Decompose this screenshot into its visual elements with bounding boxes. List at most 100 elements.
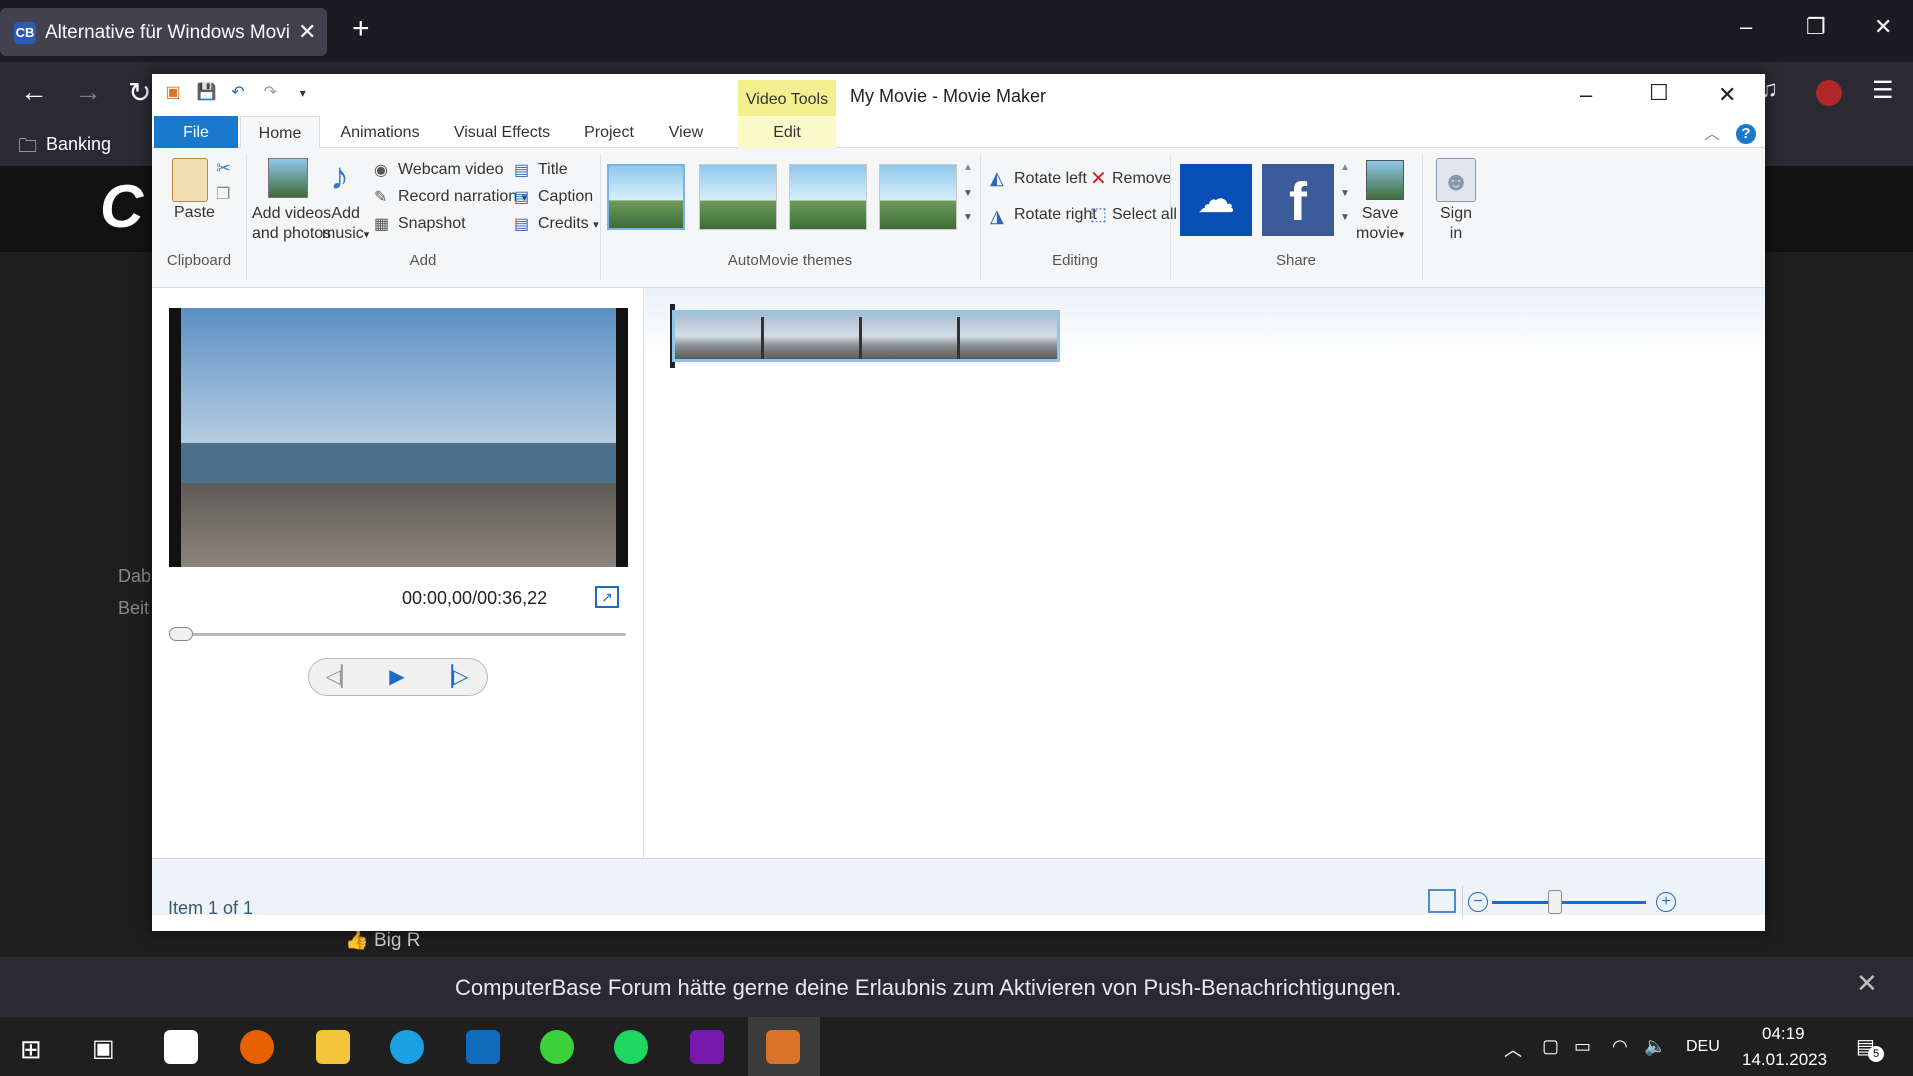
firefox-icon[interactable] — [240, 1030, 274, 1064]
copy-icon[interactable]: ❐ — [216, 184, 230, 204]
edge-icon[interactable] — [390, 1030, 424, 1064]
add-videos-icon[interactable] — [268, 158, 308, 198]
start-icon[interactable]: ⊞ — [20, 1034, 42, 1065]
onedrive-icon[interactable]: ☁ — [1180, 164, 1252, 236]
select-all-button[interactable]: Select all — [1112, 206, 1177, 224]
share-scroll-down-icon[interactable]: ▼ — [1340, 188, 1350, 199]
share-scroll-up-icon[interactable]: ▲ — [1340, 162, 1350, 173]
tab-file[interactable]: File — [154, 116, 238, 148]
next-frame-icon[interactable]: ▕▷ — [425, 663, 481, 691]
tab-edit[interactable]: Edit — [738, 116, 836, 148]
seek-bar[interactable] — [169, 633, 626, 636]
tab-home[interactable]: Home — [240, 116, 320, 149]
movie-maker-icon[interactable] — [766, 1030, 800, 1064]
scroll-up-icon[interactable]: ▲ — [963, 162, 973, 173]
language-indicator[interactable]: DEU — [1686, 1038, 1720, 1056]
video-preview[interactable] — [169, 308, 628, 567]
save-icon[interactable]: 💾 — [196, 84, 216, 102]
menu-icon[interactable]: ☰ — [1872, 76, 1894, 105]
tray-chevron-icon[interactable]: ︿ — [1504, 1036, 1522, 1062]
rotate-left-button[interactable]: Rotate left — [1014, 170, 1087, 188]
tab-animations[interactable]: Animations — [330, 116, 430, 148]
tab-view[interactable]: View — [656, 116, 716, 148]
caption-button[interactable]: Caption — [538, 188, 593, 206]
snapshot-button[interactable]: Snapshot — [398, 215, 466, 233]
group-label-add: Add — [409, 252, 437, 269]
help-icon[interactable]: ? — [1736, 124, 1756, 144]
rotate-right-button[interactable]: Rotate right — [1014, 206, 1097, 224]
bookmark-banking[interactable]: Banking — [46, 134, 111, 155]
clock-time[interactable]: 04:19 — [1762, 1024, 1805, 1044]
scroll-down-icon[interactable]: ▼ — [963, 188, 973, 199]
credits-button[interactable]: Credits ▾ — [538, 215, 599, 233]
theme-thumbnail[interactable] — [879, 164, 957, 230]
sign-in-icon[interactable]: ☻ — [1436, 158, 1476, 202]
explorer-icon[interactable] — [316, 1030, 350, 1064]
back-icon[interactable]: ← — [20, 76, 48, 108]
undo-icon[interactable]: ↶ — [229, 84, 247, 102]
wifi-icon[interactable]: ◠ — [1612, 1036, 1628, 1057]
browser-restore-icon[interactable]: ❐ — [1806, 14, 1826, 40]
zoom-slider[interactable] — [1492, 901, 1646, 904]
title-button[interactable]: Title — [538, 161, 568, 179]
webcam-video-button[interactable]: Webcam video — [398, 161, 504, 179]
push-close-icon[interactable]: ✕ — [1856, 968, 1878, 999]
save-movie-button[interactable]: Save movie▾ — [1356, 204, 1404, 245]
theme-thumbnail[interactable] — [607, 164, 685, 230]
forward-icon[interactable]: → — [74, 76, 102, 108]
seek-thumb[interactable] — [169, 627, 193, 641]
onenote-icon[interactable] — [690, 1030, 724, 1064]
forum-post-author[interactable]: 👍 Big R — [345, 928, 420, 952]
fullscreen-icon[interactable]: ↗ — [595, 586, 619, 608]
gallery-expand-icon[interactable]: ▼ — [963, 212, 973, 223]
add-music-dropdown-icon: ▾ — [363, 229, 370, 241]
sign-in-button[interactable]: Sign in — [1440, 204, 1472, 244]
zoom-in-icon[interactable]: + — [1656, 892, 1676, 912]
qat-dropdown-icon[interactable]: ▾ — [294, 84, 312, 102]
store-icon[interactable] — [164, 1030, 198, 1064]
paste-button[interactable]: Paste — [174, 204, 215, 222]
battery-icon[interactable]: ▭ — [1574, 1036, 1591, 1057]
maximize-icon[interactable]: ☐ — [1649, 80, 1669, 106]
volume-icon[interactable]: 🔈 — [1644, 1036, 1666, 1057]
add-videos-button[interactable]: Add videos and photos — [252, 204, 331, 244]
previous-frame-icon[interactable]: ◁▏ — [313, 663, 369, 691]
browser-minimize-icon[interactable]: – — [1740, 14, 1752, 40]
zoom-out-icon[interactable]: − — [1468, 892, 1488, 912]
browser-tab[interactable]: CB Alternative für Windows Movie Maker ✕ — [0, 8, 327, 56]
thumbnail-size-icon[interactable] — [1428, 889, 1456, 913]
record-narration-button[interactable]: Record narration ▾ — [398, 188, 527, 206]
outlook-icon[interactable] — [466, 1030, 500, 1064]
facebook-icon[interactable]: f — [1262, 164, 1334, 236]
collapse-ribbon-icon[interactable]: ︿ — [1704, 120, 1720, 144]
close-icon[interactable]: ✕ — [1718, 82, 1736, 108]
ublock-icon[interactable] — [1816, 80, 1842, 106]
save-movie-icon[interactable] — [1366, 160, 1404, 200]
meet-icon[interactable]: ▢ — [1542, 1036, 1559, 1057]
storyboard[interactable] — [645, 288, 1765, 858]
zoom-thumb[interactable] — [1548, 890, 1562, 914]
app-icon[interactable]: ▣ — [164, 84, 182, 102]
reload-icon[interactable]: ↻ — [128, 76, 151, 109]
add-music-button[interactable]: Add music▾ — [322, 204, 369, 245]
tab-close-icon[interactable]: ✕ — [298, 19, 316, 45]
new-tab-button[interactable]: + — [352, 12, 370, 46]
paste-icon[interactable] — [172, 158, 208, 202]
tab-visual-effects[interactable]: Visual Effects — [442, 116, 562, 148]
browser-close-icon[interactable]: ✕ — [1874, 14, 1892, 40]
video-clip[interactable] — [672, 310, 1060, 362]
app-green-icon[interactable] — [540, 1030, 574, 1064]
add-music-icon[interactable]: ♪ — [330, 156, 349, 199]
tab-project[interactable]: Project — [572, 116, 646, 148]
clock-date[interactable]: 14.01.2023 — [1742, 1050, 1827, 1070]
task-view-icon[interactable]: ▣ — [92, 1034, 115, 1063]
cut-icon[interactable]: ✂ — [216, 158, 231, 179]
redo-icon[interactable]: ↷ — [261, 84, 279, 102]
theme-thumbnail[interactable] — [789, 164, 867, 230]
remove-button[interactable]: Remove — [1112, 170, 1172, 188]
share-expand-icon[interactable]: ▼ — [1340, 212, 1350, 223]
spotify-icon[interactable] — [614, 1030, 648, 1064]
minimize-icon[interactable]: – — [1580, 82, 1592, 108]
theme-thumbnail[interactable] — [699, 164, 777, 230]
play-icon[interactable]: ▶ — [369, 663, 425, 691]
